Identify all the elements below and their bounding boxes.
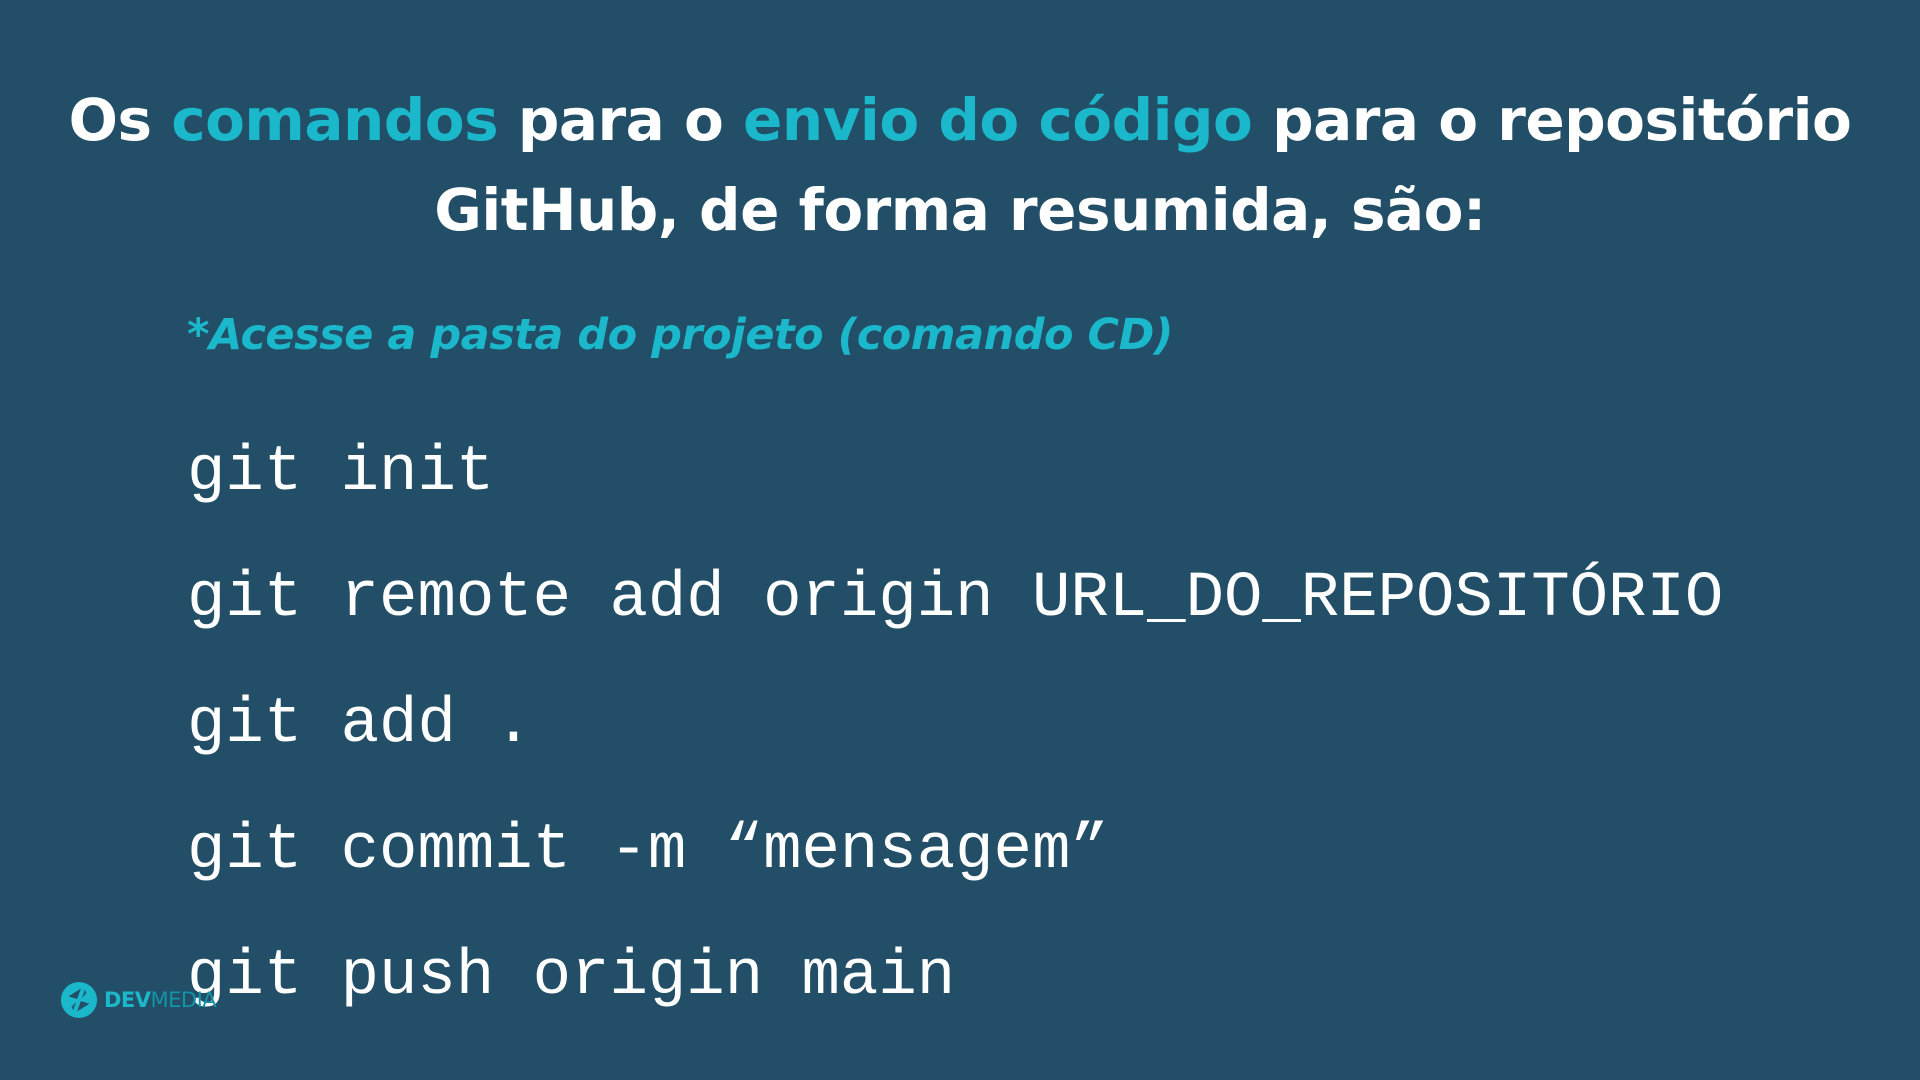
logo-text-light: MEDIA <box>150 988 217 1012</box>
command-list: git init git remote add origin URL_DO_RE… <box>187 410 1723 1040</box>
title-accent-commands: comandos <box>171 86 499 154</box>
command-git-add: git add . <box>187 689 533 761</box>
command-git-init: git init <box>187 437 495 509</box>
command-git-remote-add: git remote add origin URL_DO_REPOSITÓRIO <box>187 563 1724 635</box>
slide: Os comandos para o envio do código para … <box>0 0 1920 1080</box>
title-part-1: Os <box>68 86 172 154</box>
slide-title: Os comandos para o envio do código para … <box>0 75 1920 255</box>
title-accent-code-upload: envio do código <box>743 86 1253 154</box>
logo-text-bold: DEV <box>104 988 151 1012</box>
command-git-commit: git commit -m “mensagem” <box>187 815 1109 887</box>
instruction-note: *Acesse a pasta do projeto (comando CD) <box>187 310 1173 360</box>
devmedia-logo: DEVMEDIA <box>60 980 217 1020</box>
title-part-2: para o <box>498 86 743 154</box>
command-git-push: git push origin main <box>187 941 956 1013</box>
devmedia-logo-icon <box>60 981 98 1019</box>
logo-text: DEVMEDIA <box>104 988 217 1012</box>
